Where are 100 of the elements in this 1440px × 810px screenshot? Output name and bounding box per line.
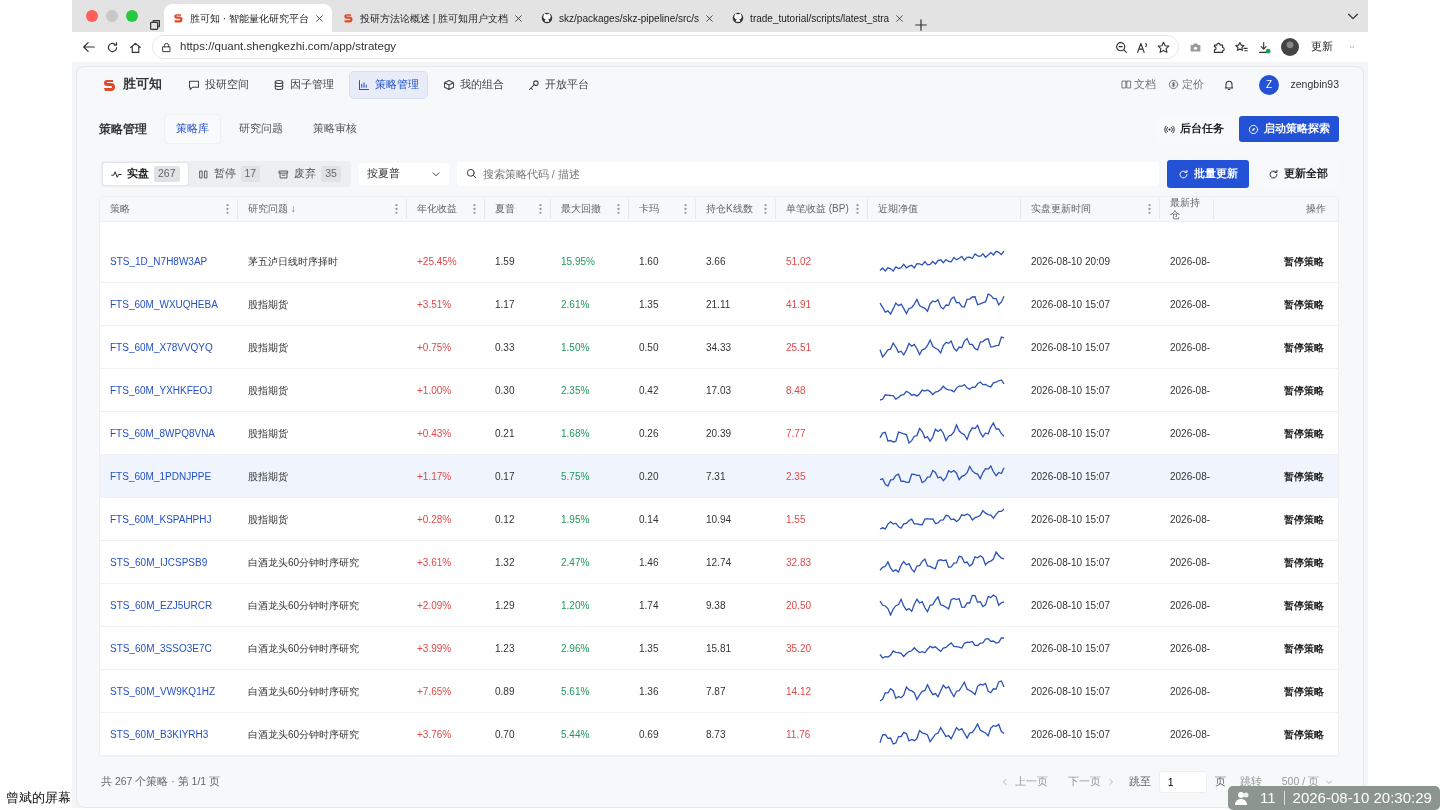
column-header[interactable]: 研究问题 ↓ xyxy=(248,202,296,215)
column-header[interactable]: 实盘更新时间 xyxy=(1031,202,1091,215)
close-icon[interactable] xyxy=(514,13,524,23)
tab-groups-icon[interactable] xyxy=(148,18,162,32)
sort-select[interactable]: 按夏普 xyxy=(358,163,449,185)
browser-tab[interactable]: trade_tutorial/scripts/latest_stra xyxy=(724,4,913,32)
nav-item[interactable]: 开放平台 xyxy=(518,70,598,99)
table-row[interactable]: FTS_60M_X78VVQYQ 股指期货 +0.75% 0.33 1.50% 0.50 34.33 25.51 2026-08-10 15:07 2026-08- 暂停策略 xyxy=(100,326,1338,369)
table-row[interactable]: STS_60M_EZJ5URCR 白酒龙头60分钟时序研究 +2.09% 1.29 1.20% 1.74 9.38 20.50 2026-08-10 15:07 2026-08- 暂停策略 xyxy=(100,584,1338,627)
column-header[interactable]: 单笔收益 (BP) xyxy=(786,202,849,215)
strategy-link[interactable]: FTS_60M_YXHKFEOJ xyxy=(110,384,213,396)
page-number-field[interactable]: 1 xyxy=(1158,771,1207,793)
pause-strategy-link[interactable]: 暂停策略 xyxy=(1284,427,1324,439)
pause-strategy-link[interactable]: 暂停策略 xyxy=(1284,341,1324,353)
column-header[interactable]: 近期净值 xyxy=(878,202,918,215)
close-icon[interactable] xyxy=(705,13,715,23)
pause-strategy-link[interactable]: 暂停策略 xyxy=(1284,599,1324,611)
header-link[interactable]: 文档 xyxy=(1120,76,1157,93)
table-row[interactable]: STS_60M_B3KIYRH3 白酒龙头60分钟时序研究 +3.76% 0.70 5.44% 0.69 8.73 11.76 2026-08-10 15:07 2026-08- 暂停策略 xyxy=(100,713,1338,756)
user-name[interactable]: zengbin93 xyxy=(1290,76,1339,93)
close-icon[interactable] xyxy=(314,13,324,23)
strategy-link[interactable]: FTS_60M_X78VVQYQ xyxy=(110,341,213,353)
strategy-link[interactable]: FTS_60M_8WPQ8VNA xyxy=(110,427,216,439)
browser-tab[interactable]: skz/packages/skz-pipeline/src/s xyxy=(533,4,723,32)
pause-strategy-link[interactable]: 暂停策略 xyxy=(1284,298,1324,310)
home-icon[interactable] xyxy=(129,40,142,54)
strategy-link[interactable]: STS_1D_N7H8W3AP xyxy=(110,255,208,267)
nav-item[interactable]: 投研空间 xyxy=(178,70,258,99)
table-row[interactable]: FTS_60M_1PDNJPPE 股指期货 +1.17% 0.17 5.75% 0.20 7.31 2.35 2026-08-10 15:07 2026-08- 暂停策略 xyxy=(100,455,1338,498)
table-row[interactable]: FTS_60M_KSPAHPHJ 股指期货 +0.28% 0.12 1.95% 0.14 10.94 1.55 2026-08-10 15:07 2026-08- 暂停策略 xyxy=(100,498,1338,541)
page-tab[interactable]: 策略审核 xyxy=(301,114,369,145)
pause-strategy-link[interactable]: 暂停策略 xyxy=(1284,556,1324,568)
column-header[interactable]: 持仓K线数 xyxy=(706,202,753,215)
bell-icon[interactable] xyxy=(1223,78,1236,91)
star-icon[interactable] xyxy=(1156,40,1170,54)
new-tab-icon[interactable] xyxy=(914,18,929,32)
page-tab[interactable]: 策略库 xyxy=(164,114,221,145)
table-row[interactable]: FTS_60M_WXUQHEBA 股指期货 +3.51% 1.17 2.61% 1.35 21.11 41.91 2026-08-10 15:07 2026-08- 暂停策略 xyxy=(100,283,1338,326)
nav-item[interactable]: 策略管理 xyxy=(348,70,428,99)
strategy-link[interactable]: STS_60M_B3KIYRH3 xyxy=(110,728,209,740)
strategy-link[interactable]: FTS_60M_1PDNJPPE xyxy=(110,470,212,482)
pause-strategy-link[interactable]: 暂停策略 xyxy=(1284,255,1324,267)
batch-update-button[interactable]: 批量更新 xyxy=(1167,160,1249,188)
status-filter[interactable]: 暂停 17 xyxy=(189,163,269,185)
search-field[interactable]: 搜索策略代码 / 描述 xyxy=(456,162,1159,186)
zoom-out-icon[interactable] xyxy=(1114,40,1128,54)
column-menu-icon[interactable] xyxy=(856,203,859,214)
back-icon[interactable] xyxy=(82,40,96,54)
table-row[interactable]: STS_60M_IJCSPSB9 白酒龙头60分钟时序研究 +3.61% 1.32 2.47% 1.46 12.74 32.83 2026-08-10 15:07 2026-08- 暂停策略 xyxy=(100,541,1338,584)
column-menu-icon[interactable] xyxy=(395,203,398,214)
column-menu-icon[interactable] xyxy=(226,203,229,214)
explore-button[interactable]: 启动策略探索 xyxy=(1239,116,1339,143)
favorites-icon[interactable] xyxy=(1234,40,1248,54)
pause-strategy-link[interactable]: 暂停策略 xyxy=(1284,685,1324,697)
strategy-link[interactable]: STS_60M_IJCSPSB9 xyxy=(110,556,208,568)
strategy-link[interactable]: STS_60M_VW9KQ1HZ xyxy=(110,685,216,697)
pause-strategy-link[interactable]: 暂停策略 xyxy=(1284,513,1324,525)
column-menu-icon[interactable] xyxy=(764,203,767,214)
column-header[interactable]: 夏普 xyxy=(495,202,515,215)
puzzle-icon[interactable] xyxy=(1211,40,1225,54)
column-header[interactable]: 策略 xyxy=(110,202,130,215)
strategy-link[interactable]: STS_60M_EZJ5URCR xyxy=(110,599,213,611)
header-link[interactable]: 定价 xyxy=(1167,76,1204,93)
pause-strategy-link[interactable]: 暂停策略 xyxy=(1284,728,1324,740)
status-filter[interactable]: 废弃 35 xyxy=(270,163,349,185)
column-menu-icon[interactable] xyxy=(684,203,687,214)
read-aloud-icon[interactable] xyxy=(1135,40,1149,54)
nav-item[interactable]: 因子管理 xyxy=(263,70,343,99)
column-menu-icon[interactable] xyxy=(473,203,476,214)
strategy-link[interactable]: FTS_60M_WXUQHEBA xyxy=(110,298,218,310)
column-header[interactable]: 卡玛 xyxy=(639,202,659,215)
close-icon[interactable] xyxy=(895,13,905,23)
camera-icon[interactable] xyxy=(1188,40,1202,54)
update-button[interactable]: 更新 xyxy=(1308,39,1336,55)
pause-strategy-link[interactable]: 暂停策略 xyxy=(1284,470,1324,482)
table-row[interactable]: FTS_60M_YXHKFEOJ 股指期货 +1.00% 0.30 2.35% 0.42 17.03 8.48 2026-08-10 15:07 2026-08- 暂停策略 xyxy=(100,369,1338,412)
nav-item[interactable]: 我的组合 xyxy=(433,70,513,99)
address-bar[interactable]: https://quant.shengkezhi.com/app/strategy xyxy=(152,35,1179,59)
download-icon[interactable] xyxy=(1257,40,1271,54)
table-row[interactable]: STS_1D_N7H8W3AP 茅五泸日线时序择时 +25.45% 1.59 15.95% 1.60 3.66 51.02 2026-08-10 20:09 2026-08- 暂停策略 xyxy=(100,240,1338,283)
table-row[interactable]: STS_60M_VW9KQ1HZ 白酒龙头60分钟时序研究 +7.65% 0.89 5.61% 1.36 7.87 14.12 2026-08-10 15:07 2026-08- 暂停策略 xyxy=(100,670,1338,713)
browser-tab[interactable]: 投研方法论概述 | 胜可知用户文档 xyxy=(333,4,532,32)
browser-tab[interactable]: 胜可知 · 智能量化研究平台 xyxy=(164,4,332,32)
strategy-link[interactable]: STS_60M_3SSO3E7C xyxy=(110,642,212,654)
column-header[interactable]: 最大回撤 xyxy=(561,202,601,215)
reload-icon[interactable] xyxy=(106,40,119,54)
page-tab[interactable]: 研究问题 xyxy=(227,114,295,145)
column-menu-icon[interactable] xyxy=(1148,203,1151,214)
status-filter[interactable]: 实盘 267 xyxy=(103,163,188,185)
column-menu-icon[interactable] xyxy=(539,203,542,214)
pause-strategy-link[interactable]: 暂停策略 xyxy=(1284,384,1324,396)
table-row[interactable]: STS_60M_3SSO3E7C 白酒龙头60分钟时序研究 +3.99% 1.23 2.96% 1.35 15.81 35.20 2026-08-10 15:07 2026-08- 暂停策略 xyxy=(100,627,1338,670)
column-header[interactable]: 操作 xyxy=(1306,202,1326,215)
column-header[interactable]: 最新持仓 xyxy=(1170,196,1205,221)
profile-avatar-icon[interactable] xyxy=(1280,38,1299,56)
column-header[interactable]: 年化收益 xyxy=(417,202,457,215)
strategy-link[interactable]: FTS_60M_KSPAHPHJ xyxy=(110,513,212,525)
pause-strategy-link[interactable]: 暂停策略 xyxy=(1284,642,1324,654)
user-avatar[interactable]: Z xyxy=(1259,74,1280,95)
column-menu-icon[interactable] xyxy=(617,203,620,214)
